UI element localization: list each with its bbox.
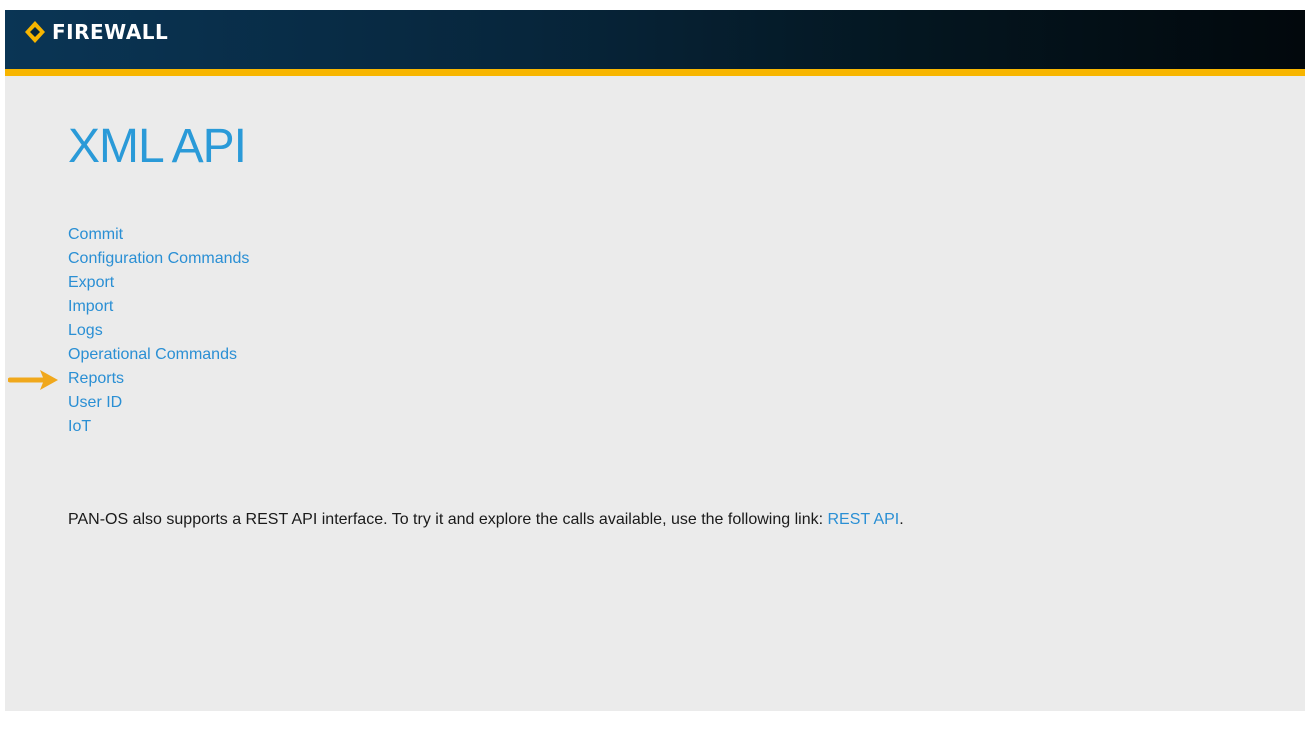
logo: FIREWALL <box>25 19 168 45</box>
top-bar: FIREWALL <box>5 10 1305 69</box>
accent-strip <box>5 69 1305 76</box>
link-import[interactable]: Import <box>68 298 113 315</box>
link-logs[interactable]: Logs <box>68 322 103 339</box>
rest-api-note: PAN-OS also supports a REST API interfac… <box>68 511 904 529</box>
link-operational-commands[interactable]: Operational Commands <box>68 346 237 363</box>
list-item: Operational Commands <box>68 343 249 367</box>
page-frame: FIREWALL XML API Commit Configuration Co… <box>5 10 1305 711</box>
rest-api-note-suffix: . <box>899 511 904 528</box>
list-item: User ID <box>68 391 249 415</box>
link-reports[interactable]: Reports <box>68 370 124 387</box>
link-export[interactable]: Export <box>68 274 114 291</box>
brand-name: FIREWALL <box>52 20 169 44</box>
list-item: Export <box>68 271 249 295</box>
link-commit[interactable]: Commit <box>68 226 123 243</box>
list-item: Logs <box>68 319 249 343</box>
rest-api-note-text: PAN-OS also supports a REST API interfac… <box>68 511 828 528</box>
link-iot[interactable]: IoT <box>68 418 91 435</box>
arrow-right-icon <box>8 370 58 390</box>
list-item: IoT <box>68 415 249 439</box>
list-item: Import <box>68 295 249 319</box>
list-item: Commit <box>68 223 249 247</box>
link-user-id[interactable]: User ID <box>68 394 122 411</box>
list-item: Configuration Commands <box>68 247 249 271</box>
list-item: Reports <box>68 367 249 391</box>
link-configuration-commands[interactable]: Configuration Commands <box>68 250 249 267</box>
rest-api-link[interactable]: REST API <box>828 511 900 528</box>
firewall-logo-icon <box>25 21 45 43</box>
api-links-list: Commit Configuration Commands Export Imp… <box>68 223 249 439</box>
page-title: XML API <box>68 120 247 173</box>
